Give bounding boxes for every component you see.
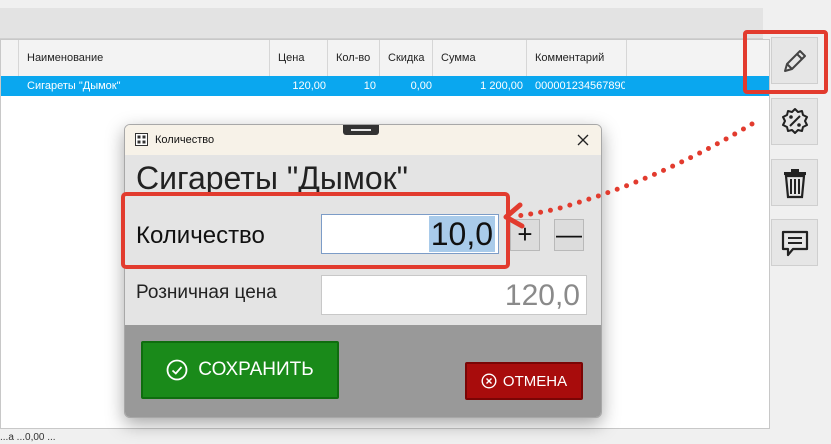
status-footer: ...а ...0,00 ... xyxy=(0,432,56,443)
comment-icon xyxy=(781,230,808,256)
cell-sum: 1 200,00 xyxy=(480,80,523,92)
cancel-button[interactable]: ОТМЕНА xyxy=(465,362,583,400)
row-selector-header xyxy=(1,40,19,76)
cell-name: Сигареты "Дымок" xyxy=(27,80,121,92)
cell-qty: 10 xyxy=(363,80,376,92)
cell-discount: 0,00 xyxy=(410,80,432,92)
quantity-row-highlight xyxy=(121,192,510,269)
column-header-sum[interactable]: Сумма xyxy=(433,40,527,76)
save-button[interactable]: СОХРАНИТЬ xyxy=(141,341,339,399)
retail-price-value: 120,0 xyxy=(504,279,580,312)
check-circle-icon xyxy=(166,359,188,381)
column-header-name[interactable]: Наименование xyxy=(19,40,270,76)
app-icon xyxy=(135,133,148,146)
cell-comment: 000001234567890 xyxy=(535,80,625,92)
close-icon[interactable] xyxy=(573,131,593,149)
grid-header: Наименование Цена Кол-во Скидка Сумма Ко… xyxy=(1,40,769,77)
plus-button[interactable]: + xyxy=(510,219,540,251)
save-button-label: СОХРАНИТЬ xyxy=(198,359,314,380)
edit-button-highlight xyxy=(743,30,828,94)
toolbar-area xyxy=(0,8,763,39)
dialog-titlebar: Количество xyxy=(125,125,601,155)
cancel-button-label: ОТМЕНА xyxy=(502,372,568,390)
minus-button[interactable]: — xyxy=(554,219,584,251)
drag-handle[interactable] xyxy=(343,125,379,135)
retail-price-field[interactable]: 120,0 xyxy=(321,275,587,315)
discount-badge-icon xyxy=(781,107,808,134)
column-header-price[interactable]: Цена xyxy=(270,40,328,76)
retail-price-label: Розничная цена xyxy=(136,282,277,303)
column-header-discount[interactable]: Скидка xyxy=(380,40,433,76)
x-circle-icon xyxy=(481,373,497,389)
quantity-dialog: Количество Сигареты "Дымок" Количество 1… xyxy=(124,124,602,418)
discount-button[interactable] xyxy=(771,98,818,145)
window-top-strip xyxy=(0,0,831,8)
comment-button[interactable] xyxy=(771,219,818,266)
column-header-comment[interactable]: Комментарий xyxy=(527,40,627,76)
table-row[interactable]: Сигареты "Дымок" 120,00 10 0,00 1 200,00… xyxy=(1,76,769,96)
dialog-footer: СОХРАНИТЬ ОТМЕНА xyxy=(125,325,601,417)
trash-icon xyxy=(783,168,806,198)
dialog-title: Количество xyxy=(155,134,215,146)
delete-button[interactable] xyxy=(771,159,818,206)
cell-price: 120,00 xyxy=(292,80,326,92)
column-header-qty[interactable]: Кол-во xyxy=(328,40,380,76)
